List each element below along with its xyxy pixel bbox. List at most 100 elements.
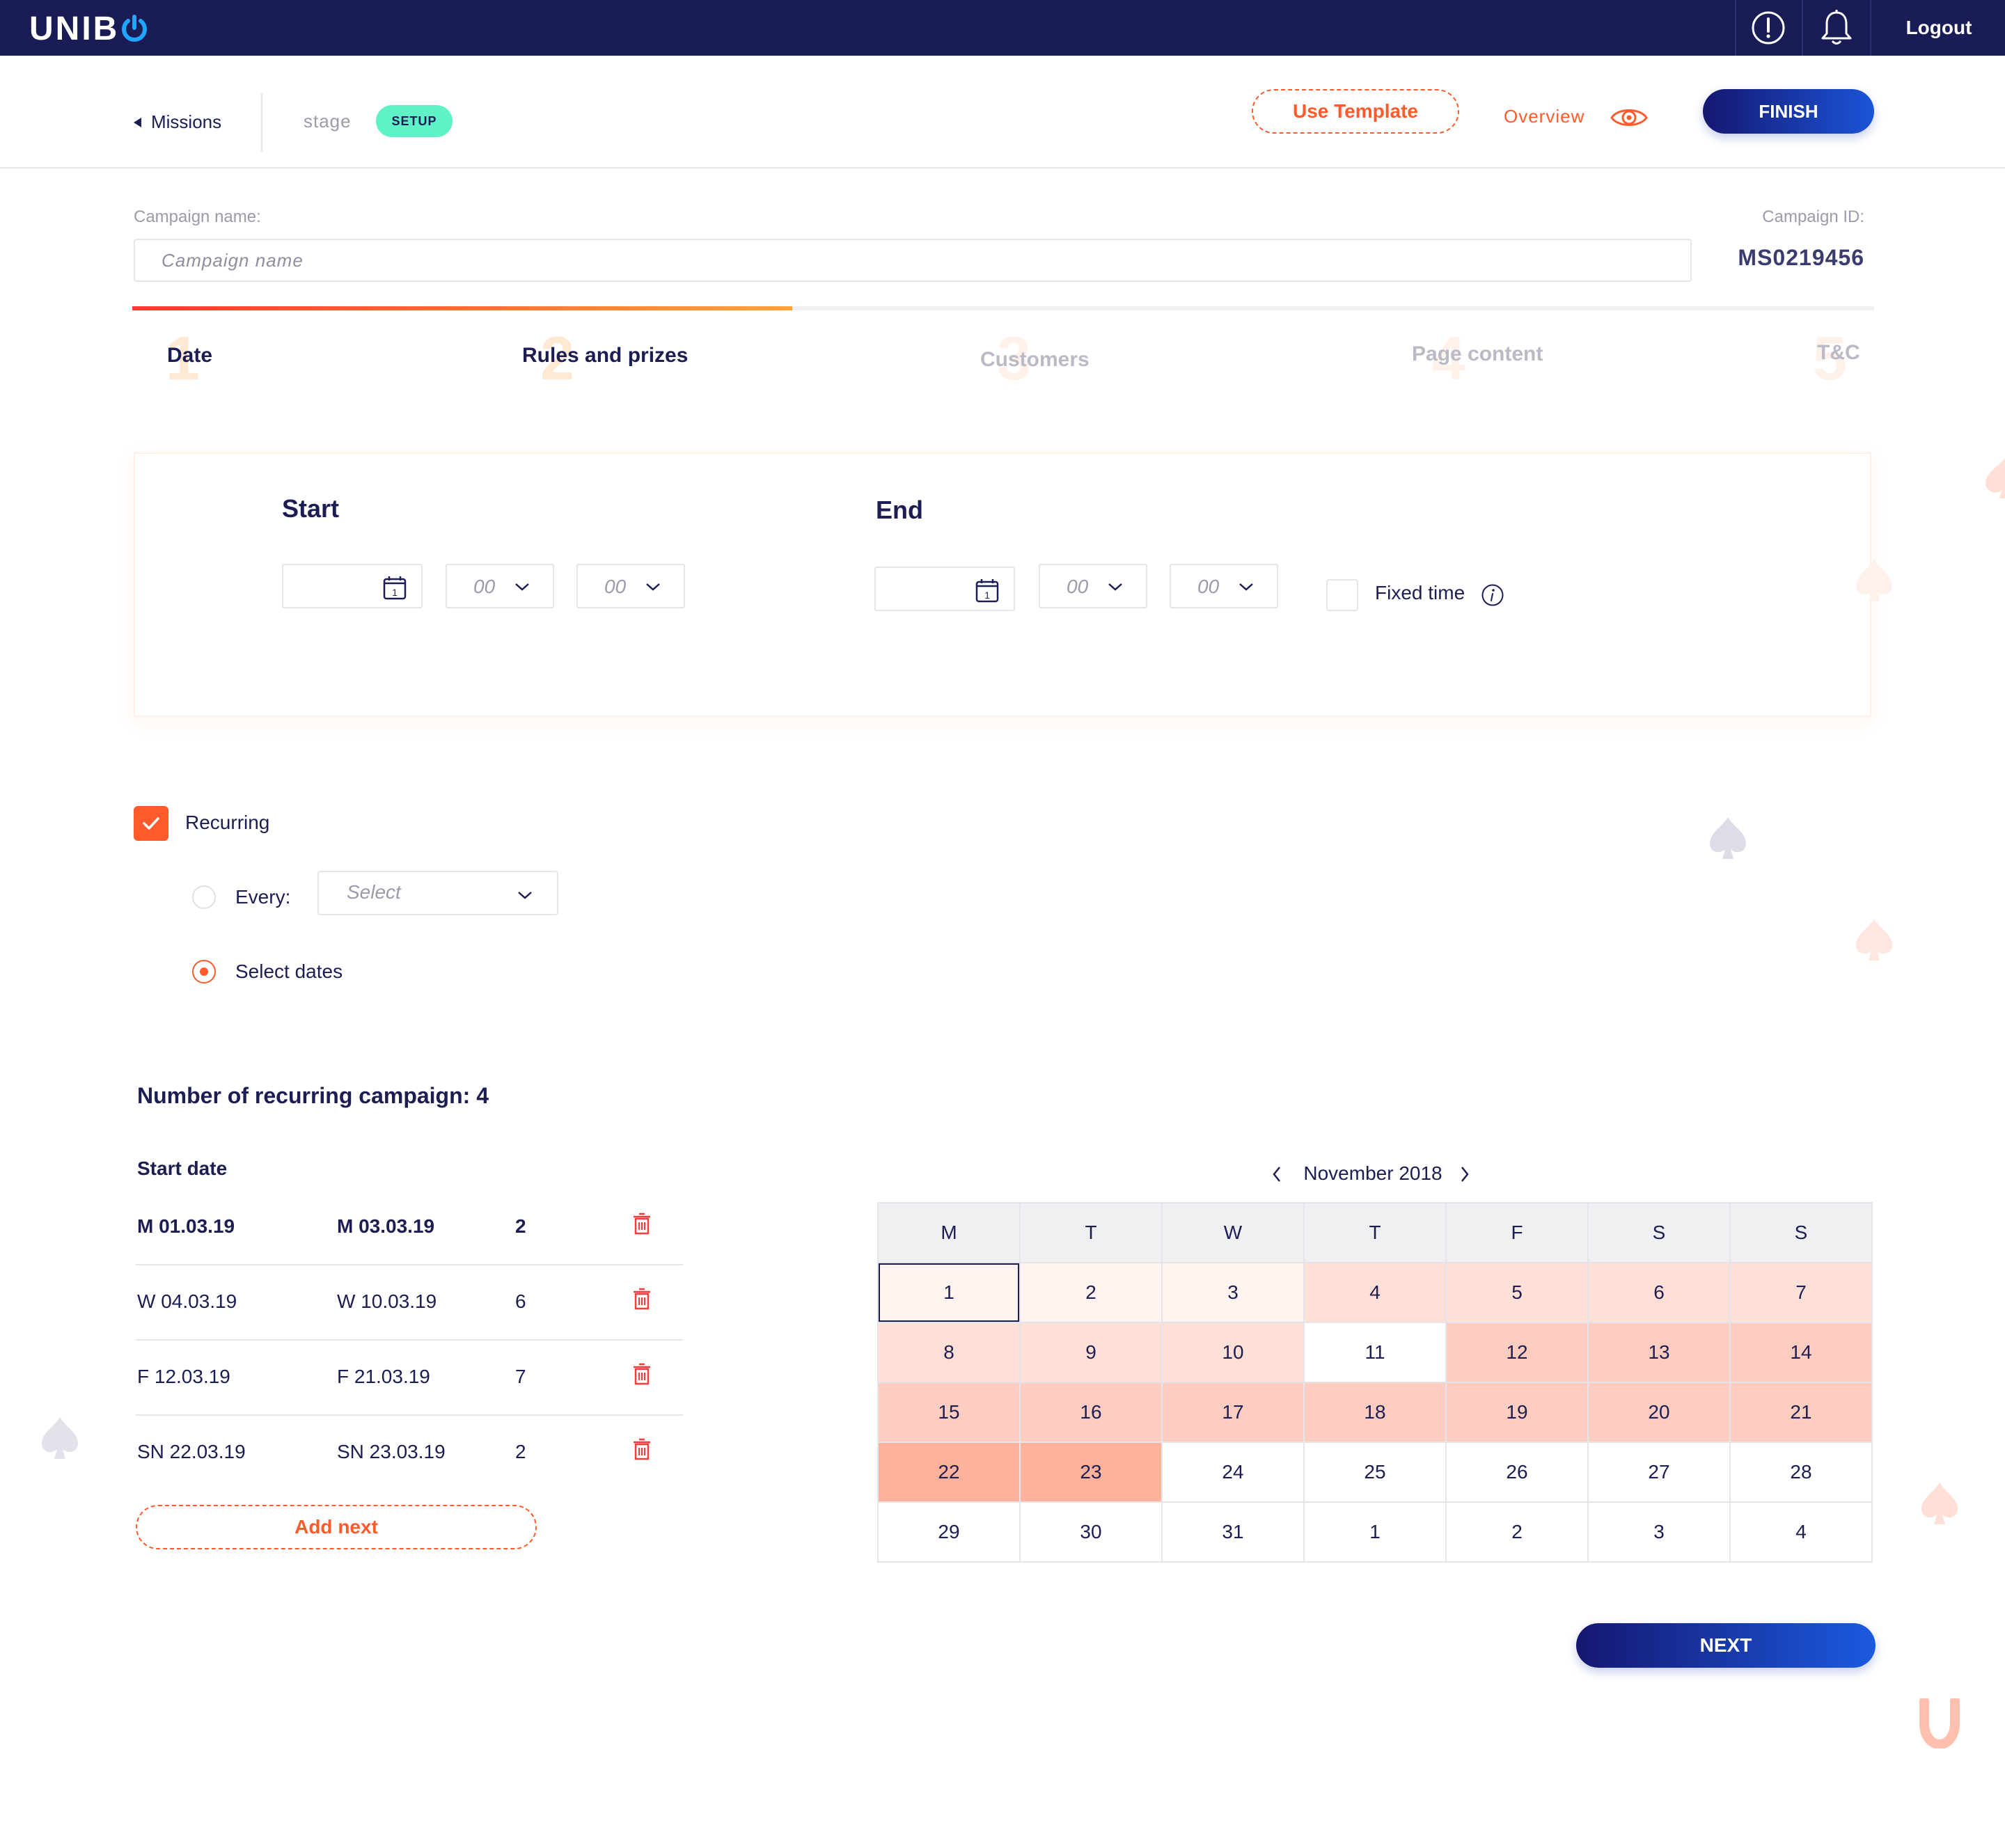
power-icon <box>120 14 148 52</box>
row-count: 7 <box>515 1366 526 1387</box>
calendar-day[interactable]: 29 <box>879 1503 1021 1563</box>
end-date-picker[interactable]: 1 <box>874 567 1015 611</box>
calendar-day[interactable]: 21 <box>1731 1383 1873 1443</box>
finish-button[interactable]: FINISH <box>1703 89 1874 134</box>
calendar-icon: 1 <box>975 578 999 606</box>
bell-icon[interactable] <box>1816 7 1857 49</box>
calendar-day[interactable]: 2 <box>1021 1263 1163 1323</box>
calendar-day[interactable]: 19 <box>1447 1383 1589 1443</box>
alert-icon[interactable] <box>1747 7 1789 49</box>
row-start-date: M 01.03.19 <box>137 1215 235 1237</box>
calendar-day[interactable]: 28 <box>1731 1443 1873 1503</box>
hour-value: 00 <box>1067 576 1089 597</box>
campaign-id-value: MS0219456 <box>1738 245 1864 270</box>
stage-badge: SETUP <box>376 105 453 137</box>
info-icon[interactable] <box>1481 583 1504 610</box>
every-select[interactable]: Select <box>317 871 558 915</box>
missions-label: Missions <box>151 111 222 132</box>
calendar-day[interactable]: 9 <box>1021 1323 1163 1383</box>
back-to-missions-link[interactable]: Missions <box>134 111 221 133</box>
row-start-date: W 04.03.19 <box>137 1290 237 1312</box>
calendar-day[interactable]: 4 <box>1305 1263 1447 1323</box>
calendar-day[interactable]: 14 <box>1731 1323 1873 1383</box>
calendar-day[interactable]: 10 <box>1163 1323 1305 1383</box>
chevron-down-icon <box>1238 582 1255 595</box>
calendar-day[interactable]: 7 <box>1731 1263 1873 1323</box>
calendar-day[interactable]: 16 <box>1021 1383 1163 1443</box>
unibo-logo[interactable]: UNIB <box>29 10 148 52</box>
calendar-day[interactable]: 13 <box>1589 1323 1731 1383</box>
calendar-day[interactable]: 23 <box>1021 1443 1163 1503</box>
stage-label: stage <box>304 111 352 132</box>
row-end-date: F 21.03.19 <box>337 1366 430 1387</box>
header-divider <box>261 93 262 152</box>
calendar-day[interactable]: 4 <box>1731 1503 1873 1563</box>
calendar-day[interactable]: 1 <box>1305 1503 1447 1563</box>
steps-progress-bar <box>132 306 792 310</box>
calendar-day[interactable]: 12 <box>1447 1323 1589 1383</box>
top-bar: UNIB Logout <box>0 0 2005 56</box>
trash-icon[interactable] <box>631 1213 652 1238</box>
campaign-name-label: Campaign name: <box>134 207 261 226</box>
spade-decoration-icon <box>1707 814 1749 867</box>
overview-link[interactable]: Overview <box>1504 106 1585 127</box>
calendar-day[interactable]: 3 <box>1163 1263 1305 1323</box>
logout-button[interactable]: Logout <box>1894 0 1984 56</box>
recurring-label: Recurring <box>185 812 270 833</box>
step-label: Customers <box>980 348 1090 371</box>
trash-icon[interactable] <box>631 1363 652 1389</box>
campaign-name-input[interactable] <box>134 239 1692 282</box>
step-label: Date <box>167 344 213 367</box>
recurring-count-title: Number of recurring campaign: 4 <box>137 1083 489 1108</box>
weekday-header: S <box>1589 1203 1731 1263</box>
spade-decoration-icon <box>1919 1480 1960 1532</box>
calendar-day[interactable]: 18 <box>1305 1383 1447 1443</box>
spade-decoration-icon <box>1853 916 1895 968</box>
calendar-day[interactable]: 2 <box>1447 1503 1589 1563</box>
calendar-day[interactable]: 20 <box>1589 1383 1731 1443</box>
start-hour-select[interactable]: 00 <box>446 564 554 608</box>
every-radio[interactable] <box>192 885 216 909</box>
calendar-day[interactable]: 24 <box>1163 1443 1305 1503</box>
end-hour-select[interactable]: 00 <box>1039 564 1147 608</box>
calendar-day[interactable]: 27 <box>1589 1443 1731 1503</box>
topbar-divider <box>1802 0 1803 56</box>
use-template-button[interactable]: Use Template <box>1252 89 1459 134</box>
calendar-day[interactable]: 17 <box>1163 1383 1305 1443</box>
calendar-day[interactable]: 31 <box>1163 1503 1305 1563</box>
end-title: End <box>876 496 923 524</box>
calendar-day[interactable]: 26 <box>1447 1443 1589 1503</box>
end-minute-select[interactable]: 00 <box>1170 564 1278 608</box>
trash-icon[interactable] <box>631 1288 652 1313</box>
calendar-day[interactable]: 15 <box>879 1383 1021 1443</box>
calendar-day[interactable]: 6 <box>1589 1263 1731 1323</box>
start-minute-select[interactable]: 00 <box>576 564 685 608</box>
eye-icon[interactable] <box>1610 104 1649 134</box>
svg-text:1: 1 <box>392 587 398 598</box>
select-dates-radio[interactable] <box>192 960 216 984</box>
fixed-time-checkbox[interactable] <box>1326 579 1358 611</box>
calendar-next-button[interactable] <box>1459 1165 1470 1187</box>
horseshoe-decoration-icon <box>1917 1696 1962 1752</box>
calendar-day[interactable]: 3 <box>1589 1503 1731 1563</box>
trash-icon[interactable] <box>631 1438 652 1464</box>
calendar-day[interactable]: 1 <box>879 1263 1021 1323</box>
spade-decoration-icon <box>1981 451 2005 503</box>
topbar-divider <box>1870 0 1871 56</box>
step-label: T&C <box>1817 341 1860 364</box>
calendar-icon: 1 <box>383 575 407 603</box>
hour-value: 00 <box>473 576 496 597</box>
calendar-day[interactable]: 22 <box>879 1443 1021 1503</box>
minute-value: 00 <box>604 576 627 597</box>
calendar-day[interactable]: 11 <box>1305 1323 1447 1383</box>
calendar-day[interactable]: 5 <box>1447 1263 1589 1323</box>
row-count: 6 <box>515 1290 526 1312</box>
calendar-prev-button[interactable] <box>1271 1165 1282 1187</box>
calendar-day[interactable]: 30 <box>1021 1503 1163 1563</box>
calendar-day[interactable]: 8 <box>879 1323 1021 1383</box>
recurring-checkbox[interactable] <box>134 806 168 841</box>
next-button[interactable]: NEXT <box>1576 1623 1876 1668</box>
calendar-day[interactable]: 25 <box>1305 1443 1447 1503</box>
add-next-button[interactable]: Add next <box>136 1505 537 1549</box>
start-date-picker[interactable]: 1 <box>282 564 423 608</box>
